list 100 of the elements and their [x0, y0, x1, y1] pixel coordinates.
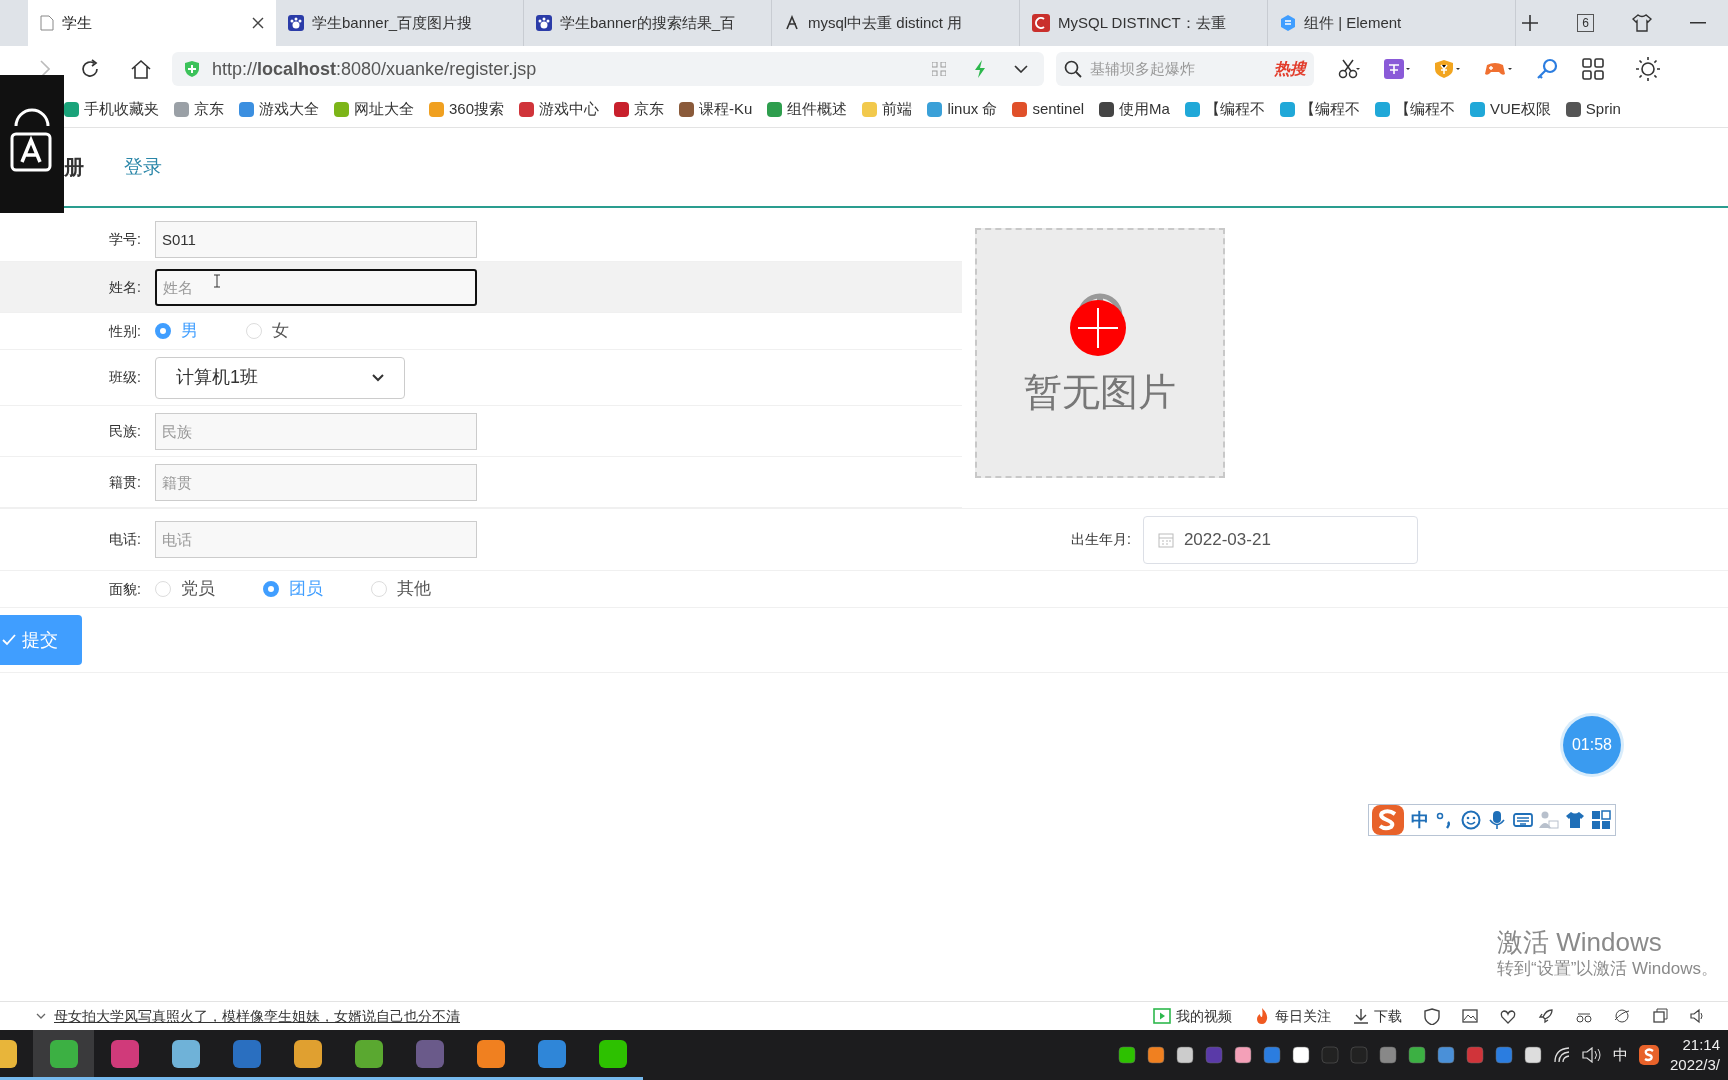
translate-overlay[interactable]	[0, 75, 64, 213]
window-icon[interactable]	[1652, 1008, 1668, 1024]
flame-icon	[1254, 1007, 1270, 1025]
radio-option[interactable]: 女	[246, 318, 289, 344]
field-label: 面貌:	[108, 579, 142, 599]
bookmark[interactable]: 【编程不	[1184, 98, 1265, 121]
bookmark[interactable]: 前端	[862, 98, 913, 121]
bookmark[interactable]: 游戏大全	[239, 98, 319, 121]
ime-toolbar[interactable]: 中	[1368, 804, 1616, 836]
shirt-icon[interactable]	[1565, 810, 1585, 830]
chevron-down-icon	[372, 373, 384, 382]
bookmark[interactable]: 【编程不	[1374, 98, 1455, 121]
news-link[interactable]: 母女拍大学风写真照火了，模样像孪生姐妹，女婿说自己也分不清	[54, 1005, 460, 1027]
no-image-text: 暂无图片	[1024, 369, 1176, 415]
field-label: 民族:	[108, 421, 142, 441]
clock-date[interactable]: 2022/3/	[1669, 1055, 1720, 1075]
class-select[interactable]: 计算机1班	[155, 356, 405, 399]
input-mode[interactable]: 中	[1411, 806, 1429, 834]
rocket-icon[interactable]	[1538, 1007, 1554, 1025]
keyboard-icon[interactable]	[1513, 810, 1533, 830]
heart-icon[interactable]	[1500, 1007, 1516, 1025]
sogou-logo-icon[interactable]	[1371, 804, 1405, 836]
tab-title: MySQL DISTINCT：去重	[1058, 12, 1227, 33]
grid-icon[interactable]	[1582, 58, 1604, 80]
bookmark[interactable]: 使用Ma	[1099, 98, 1170, 121]
tray-icon[interactable]	[1292, 1046, 1310, 1064]
browser-tab[interactable]: 学生	[28, 0, 276, 46]
bookmark[interactable]: 京东	[614, 98, 665, 121]
field-label: 班级:	[108, 368, 142, 387]
input-field[interactable]: 姓名	[155, 268, 477, 306]
tray-icon[interactable]	[1408, 1046, 1426, 1064]
tab-title: 组件 | Element	[1304, 12, 1403, 33]
tray-icon[interactable]	[1176, 1046, 1194, 1064]
hexagon-icon	[1280, 14, 1296, 32]
page-icon	[40, 15, 54, 31]
home-icon[interactable]	[130, 59, 152, 79]
paw-icon	[288, 15, 304, 31]
wifi-icon[interactable]	[1553, 1047, 1571, 1063]
new-tab-icon[interactable]	[1521, 14, 1540, 32]
speaker-icon[interactable]	[1582, 1047, 1602, 1063]
clock-time[interactable]: 21:14	[1682, 1035, 1720, 1055]
radio-option[interactable]: 党员	[155, 576, 215, 602]
image-upload[interactable]: 暂无图片	[975, 228, 1225, 478]
check-icon	[2, 634, 16, 646]
hot-search-label: 热搜	[1274, 59, 1306, 79]
radio-option[interactable]: 其他	[371, 576, 431, 602]
key-icon[interactable]	[1536, 58, 1558, 80]
address-bar[interactable]: http://localhost:8080/xuanke/register.jsp	[172, 52, 1044, 86]
chevron-down-icon[interactable]	[36, 1012, 46, 1020]
bookmark[interactable]: 京东	[174, 98, 224, 121]
shield-icon[interactable]	[1424, 1007, 1440, 1025]
smiley-icon[interactable]	[1461, 810, 1481, 830]
bookmark[interactable]: 网址大全	[334, 98, 414, 121]
field-label: 电话:	[108, 530, 142, 549]
bookmark[interactable]: Sprin	[1565, 98, 1621, 121]
radio-button[interactable]	[263, 581, 279, 597]
input-language[interactable]: 中	[1613, 1043, 1628, 1067]
chevron-down-icon[interactable]	[1014, 65, 1028, 73]
bookmark[interactable]: 课程-Ku	[679, 98, 753, 121]
bookmark[interactable]: linux 命	[927, 98, 998, 121]
tray-icon[interactable]	[1147, 1046, 1165, 1064]
bookmark[interactable]: sentinel	[1012, 98, 1085, 121]
close-icon[interactable]	[252, 17, 264, 29]
minimize-icon[interactable]	[1690, 22, 1706, 24]
bookmark[interactable]: 手机收藏夹	[64, 98, 159, 121]
coin-shield-icon[interactable]	[1434, 59, 1460, 79]
shield-icon	[184, 60, 200, 78]
field-label: 学号:	[108, 230, 142, 249]
search-input[interactable]: 基辅坝多起爆炸	[1090, 57, 1266, 81]
speaker-icon[interactable]	[1690, 1008, 1706, 1024]
tray-icon[interactable]	[1234, 1046, 1252, 1064]
shirt-icon[interactable]	[1632, 14, 1652, 32]
tab-title: 学生banner的搜索结果_百	[560, 12, 737, 33]
bookmark[interactable]: 组件概述	[767, 98, 848, 121]
tray-icon[interactable]	[1118, 1046, 1136, 1064]
microphone-icon[interactable]	[1487, 810, 1507, 830]
radio-button[interactable]	[155, 323, 171, 339]
reload-icon[interactable]	[80, 59, 100, 79]
tray-icon[interactable]	[1524, 1046, 1542, 1064]
browser-icon[interactable]	[1614, 1008, 1630, 1024]
bookmark[interactable]: 【编程不	[1279, 98, 1360, 121]
calendar-icon	[1157, 531, 1174, 548]
date-picker[interactable]: 2022-03-21	[1142, 515, 1418, 564]
bookmark[interactable]: 游戏中心	[519, 98, 600, 121]
image-icon[interactable]	[1462, 1007, 1478, 1025]
bookmark[interactable]: 360搜索	[429, 98, 505, 121]
input-field[interactable]: S011	[155, 221, 477, 258]
text-cursor-icon	[213, 274, 221, 288]
login-link[interactable]: 登录	[124, 152, 162, 182]
translate-icon[interactable]	[1384, 59, 1410, 79]
status-bar-link[interactable]: 下载	[1353, 1005, 1402, 1027]
status-bar-link[interactable]: 每日关注	[1254, 1005, 1331, 1027]
sun-icon[interactable]	[1636, 57, 1660, 81]
search-field[interactable]: 基辅坝多起爆炸 热搜	[1056, 52, 1314, 86]
taskbar-app[interactable]	[33, 1030, 94, 1080]
scissors-icon[interactable]	[1338, 59, 1360, 79]
tab-count[interactable]: 6	[1577, 14, 1594, 32]
status-bar-link[interactable]: 我的视频	[1153, 1005, 1232, 1027]
sogou-tray-icon[interactable]	[1639, 1045, 1659, 1065]
bookmark[interactable]: VUE权限	[1469, 98, 1551, 121]
